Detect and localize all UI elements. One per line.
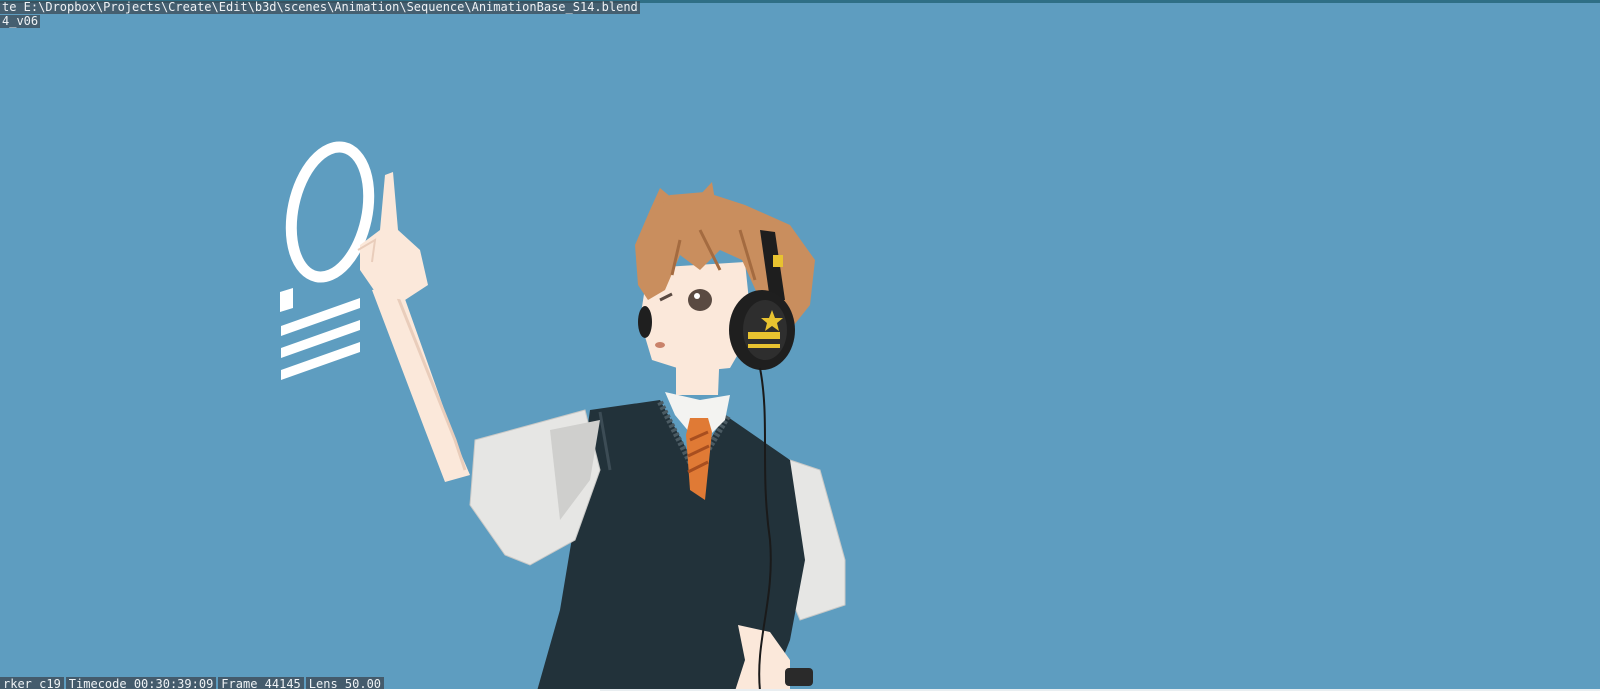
version-tag-overlay: 4_v06 (0, 14, 41, 28)
render-viewport: te E:\Dropbox\Projects\Create\Edit\b3d\s… (0, 0, 1600, 691)
character-figure (357, 172, 846, 691)
file-path-overlay: te E:\Dropbox\Projects\Create\Edit\b3d\s… (0, 0, 640, 14)
animation-frame (280, 141, 846, 691)
hologram-text-lines-icon (280, 288, 360, 380)
